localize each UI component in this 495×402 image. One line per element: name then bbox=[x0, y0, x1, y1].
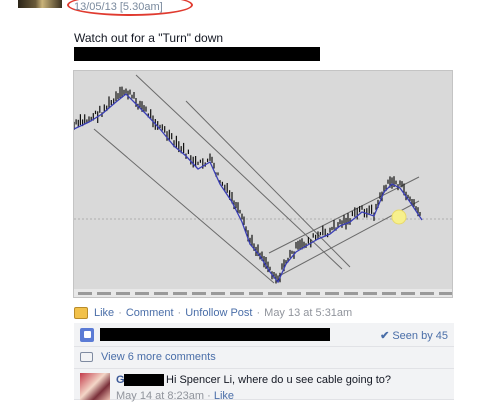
time-axis-tick-label bbox=[230, 292, 244, 295]
separator: · bbox=[118, 307, 122, 319]
time-axis-tick-label bbox=[249, 292, 263, 295]
time-axis-tick-label bbox=[192, 292, 206, 295]
separator: · bbox=[207, 390, 211, 402]
comment-time[interactable]: May 14 at 8:23am bbox=[116, 390, 204, 402]
poster-avatar[interactable] bbox=[18, 0, 62, 8]
separator: · bbox=[177, 307, 182, 319]
check-icon: ✔ bbox=[380, 330, 390, 342]
unfollow-post-link[interactable]: Unfollow Post bbox=[185, 307, 252, 319]
time-axis-tick-label bbox=[382, 292, 396, 295]
highlight-marker bbox=[391, 209, 407, 225]
redacted-author-bar bbox=[124, 374, 164, 386]
price-chart bbox=[74, 74, 452, 297]
separator: · bbox=[256, 307, 261, 319]
view-more-comments-row[interactable]: View 6 more comments bbox=[74, 347, 454, 369]
time-axis-tick-label bbox=[211, 292, 225, 295]
like-link[interactable]: Like bbox=[94, 307, 114, 319]
post-time[interactable]: May 13 at 5:31am bbox=[264, 307, 352, 319]
post-timestamp: 13/05/13 [5.30am] bbox=[74, 1, 163, 13]
time-axis-tick-label bbox=[344, 292, 358, 295]
chart-image[interactable] bbox=[73, 70, 453, 298]
time-axis-tick-label bbox=[287, 292, 301, 295]
seen-by-label: Seen by 45 bbox=[392, 330, 448, 342]
view-more-comments-link[interactable]: View 6 more comments bbox=[101, 351, 216, 363]
post-text: Watch out for a "Turn" down bbox=[74, 31, 224, 45]
time-axis-tick-label bbox=[173, 292, 187, 295]
time-axis-tick-label bbox=[78, 292, 92, 295]
time-axis-tick-label bbox=[116, 292, 130, 295]
time-axis-tick-label bbox=[401, 292, 415, 295]
moving-average-line bbox=[74, 93, 423, 284]
time-axis-tick-label bbox=[306, 292, 320, 295]
time-axis-tick-label bbox=[363, 292, 377, 295]
time-axis-tick-label bbox=[135, 292, 149, 295]
redacted-likers-bar bbox=[100, 328, 330, 341]
comment-link[interactable]: Comment bbox=[126, 307, 174, 319]
thumbs-up-icon bbox=[80, 328, 94, 342]
trend-line bbox=[185, 100, 351, 268]
time-axis-strip bbox=[74, 289, 452, 297]
comment-like-link[interactable]: Like bbox=[214, 390, 234, 402]
time-axis-tick-label bbox=[439, 292, 452, 295]
time-axis-tick-label bbox=[154, 292, 168, 295]
comment-item: G Hi Spencer Li, where do u see cable go… bbox=[74, 369, 454, 402]
redacted-text-bar bbox=[74, 47, 320, 61]
time-axis-tick-label bbox=[268, 292, 282, 295]
time-axis-tick-label bbox=[420, 292, 434, 295]
comment-text: Hi Spencer Li, where do u see cable goin… bbox=[166, 374, 392, 386]
comment-meta: May 14 at 8:23am · Like bbox=[116, 390, 234, 402]
time-axis-tick-label bbox=[325, 292, 339, 295]
time-axis-tick-label bbox=[97, 292, 111, 295]
likes-row: ✔ Seen by 45 bbox=[74, 323, 454, 347]
seen-by-count[interactable]: ✔ Seen by 45 bbox=[380, 329, 448, 342]
post-actions: Like · Comment · Unfollow Post · May 13 … bbox=[74, 307, 352, 319]
like-icon bbox=[74, 307, 88, 319]
commenter-avatar[interactable] bbox=[80, 373, 110, 400]
comments-icon bbox=[80, 352, 93, 362]
